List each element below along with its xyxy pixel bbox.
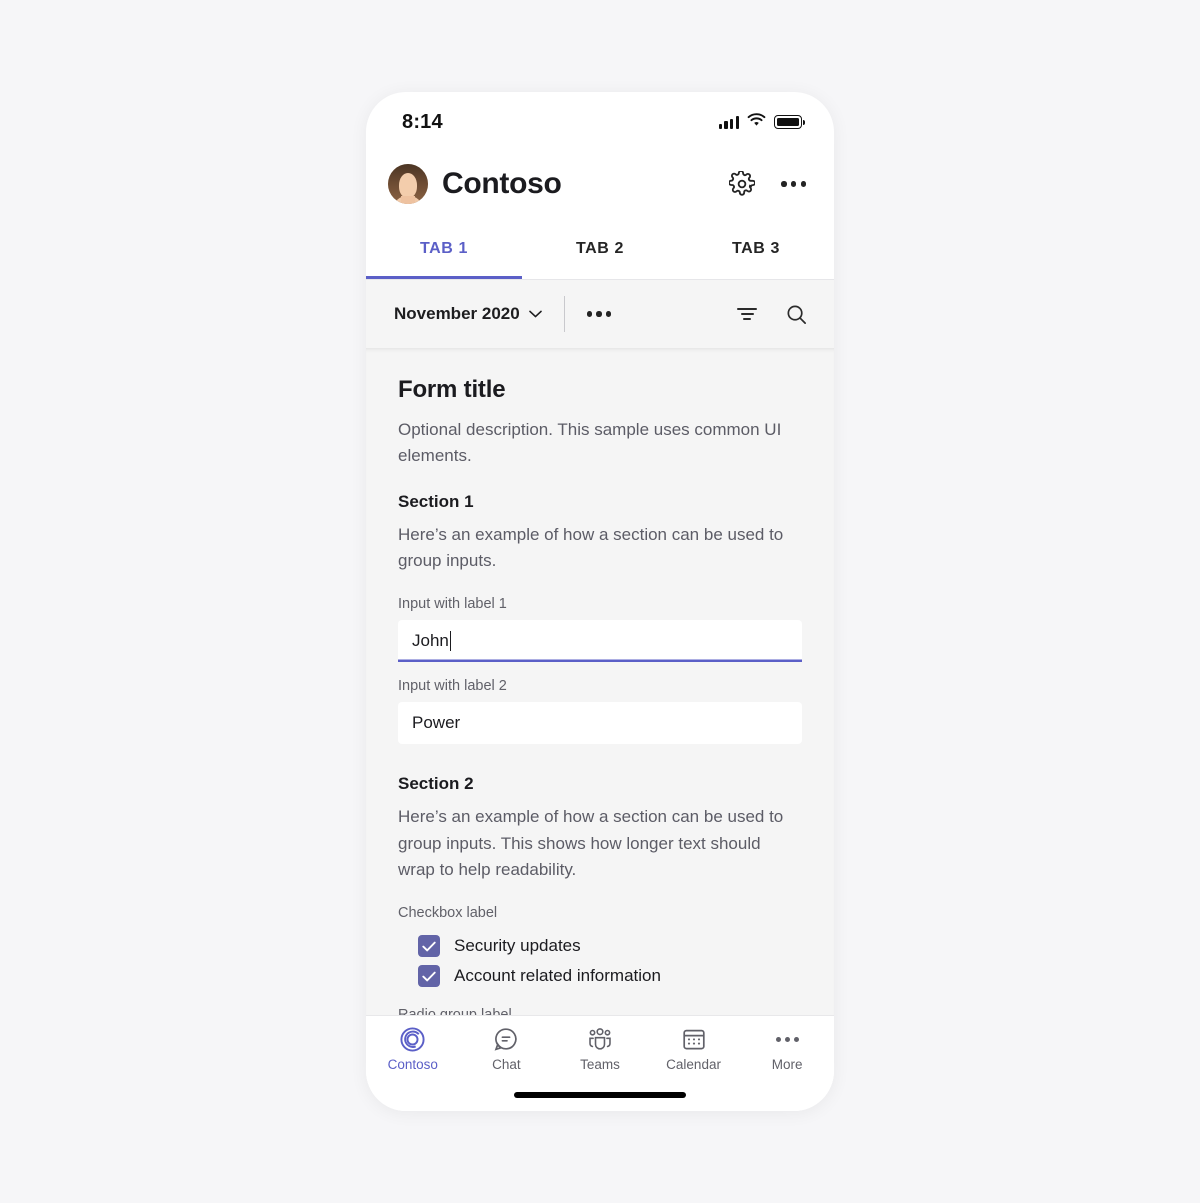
checkbox-checked-icon[interactable] [418, 935, 440, 958]
checkbox-group-label: Checkbox label [398, 905, 498, 922]
content-toolbar: November 2020 [366, 280, 834, 348]
checkbox-row-account-related-information[interactable]: Account related information [398, 961, 802, 991]
wifi-icon [747, 112, 766, 132]
page-background: 8:14 Contoso TAB 1 TAB 2 TAB 3 November … [0, 0, 1200, 1203]
section-1-description: Here’s an example of how a section can b… [398, 524, 784, 571]
input-2-label: Input with label 2 [398, 678, 507, 695]
toolbar-overflow-icon[interactable] [586, 311, 612, 317]
nav-item-more[interactable]: More [740, 1026, 834, 1072]
status-icons [718, 112, 805, 132]
app-header: Contoso [366, 146, 834, 222]
nav-item-teams[interactable]: Teams [553, 1026, 647, 1072]
input-2[interactable]: Power [398, 702, 802, 745]
chat-bubble-icon [493, 1026, 519, 1052]
checkbox-checked-icon[interactable] [418, 965, 440, 988]
input-1-value: John [412, 631, 449, 651]
nav-item-calendar[interactable]: Calendar [647, 1026, 741, 1072]
teams-people-icon [586, 1026, 614, 1052]
header-actions [729, 171, 806, 197]
checkbox-label: Security updates [454, 936, 581, 956]
input-1-label: Input with label 1 [398, 596, 507, 613]
gear-icon[interactable] [729, 171, 756, 197]
tab-2[interactable]: TAB 2 [522, 222, 678, 279]
nav-label: Contoso [387, 1057, 438, 1072]
checkbox-row-security-updates[interactable]: Security updates [398, 931, 802, 961]
more-horizontal-icon [775, 1026, 799, 1052]
nav-label: Teams [580, 1057, 620, 1072]
cellular-signal-icon [718, 115, 739, 129]
status-time: 8:14 [402, 110, 443, 133]
section-1-title: Section 1 [398, 491, 474, 511]
nav-label: Chat [492, 1057, 521, 1072]
toolbar-divider [563, 296, 565, 332]
tab-3[interactable]: TAB 3 [678, 222, 834, 279]
toolbar-right-actions [737, 303, 808, 326]
nav-item-chat[interactable]: Chat [460, 1026, 554, 1072]
contoso-spiral-icon [399, 1026, 426, 1052]
nav-label: Calendar [666, 1057, 721, 1072]
home-indicator [514, 1092, 686, 1098]
month-picker-button[interactable]: November 2020 [386, 298, 550, 330]
form-description: Optional description. This sample uses c… [398, 420, 782, 466]
form-content: Form title Optional description. This sa… [366, 348, 834, 1015]
more-horizontal-icon[interactable] [781, 181, 806, 187]
month-label: November 2020 [394, 304, 520, 323]
form-title: Form title [398, 376, 506, 403]
avatar[interactable] [388, 164, 428, 204]
page-title: Contoso [442, 167, 562, 200]
tab-bar: TAB 1 TAB 2 TAB 3 [366, 222, 834, 280]
field-input-1: Input with label 1 John [398, 596, 802, 663]
tab-1[interactable]: TAB 1 [366, 222, 522, 279]
radio-group-label: Radio group label [398, 1007, 802, 1015]
nav-label: More [771, 1057, 803, 1072]
input-1[interactable]: John [398, 620, 802, 663]
section-2-title: Section 2 [398, 774, 474, 794]
chevron-down-icon [528, 310, 542, 318]
status-bar: 8:14 [366, 92, 834, 146]
search-icon[interactable] [785, 303, 808, 326]
checkbox-label: Account related information [454, 966, 661, 986]
filter-icon[interactable] [737, 307, 757, 321]
text-caret [449, 631, 452, 652]
phone-frame: 8:14 Contoso TAB 1 TAB 2 TAB 3 November … [366, 92, 834, 1111]
battery-full-icon [774, 115, 805, 129]
section-2-description: Here’s an example of how a section can b… [398, 807, 784, 880]
calendar-icon [681, 1026, 707, 1052]
field-input-2: Input with label 2 Power [398, 678, 802, 745]
input-2-value: Power [412, 713, 461, 733]
nav-item-contoso[interactable]: Contoso [366, 1026, 460, 1072]
